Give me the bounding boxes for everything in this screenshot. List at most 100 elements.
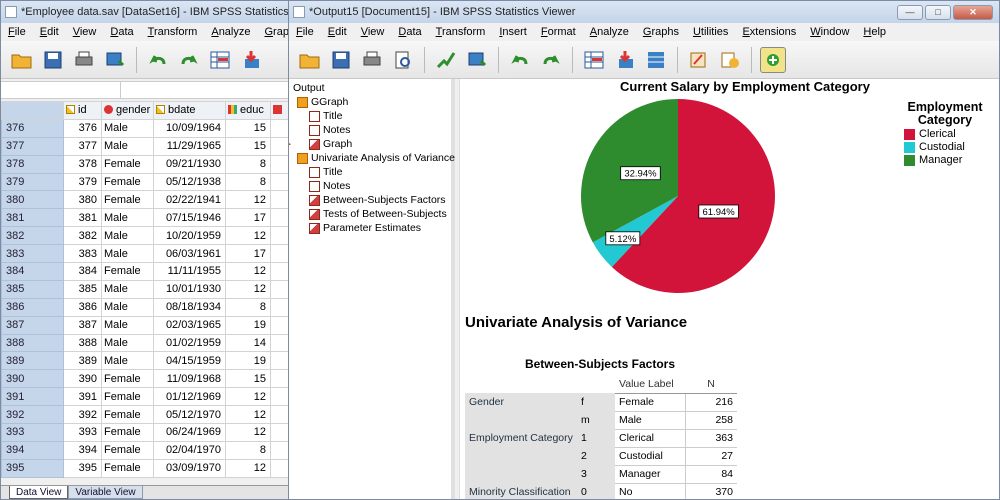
menu-window[interactable]: Window: [803, 26, 856, 38]
cell-id[interactable]: 389: [63, 351, 102, 371]
save-icon[interactable]: [40, 47, 66, 73]
row-number[interactable]: 395: [1, 458, 64, 478]
dialog-recall-icon[interactable]: [102, 47, 128, 73]
menu-file[interactable]: File: [289, 26, 321, 38]
cell-gender[interactable]: Male: [101, 244, 154, 264]
cell-educ[interactable]: 12: [225, 262, 271, 281]
cell-educ[interactable]: 12: [225, 190, 271, 210]
cell-bdate[interactable]: 09/21/1930: [153, 154, 226, 174]
legend-item[interactable]: Clerical: [890, 128, 999, 140]
row-number-header[interactable]: [1, 101, 64, 120]
cell-gender[interactable]: Female: [101, 387, 154, 407]
row-number[interactable]: 392: [1, 405, 64, 425]
cell-gender[interactable]: Male: [101, 351, 154, 371]
menu-edit[interactable]: Edit: [33, 26, 66, 38]
cell-gender[interactable]: Male: [101, 279, 154, 299]
weight-cases-icon[interactable]: [717, 47, 743, 73]
open-folder-icon[interactable]: [297, 47, 323, 73]
menu-graphs[interactable]: Graphs: [257, 26, 289, 38]
legend-item[interactable]: Manager: [890, 154, 999, 166]
export-icon[interactable]: [433, 47, 459, 73]
chart-title[interactable]: Current Salary by Employment Category: [620, 79, 870, 94]
cell-educ[interactable]: 15: [225, 369, 271, 389]
outline-uva-tests[interactable]: Tests of Between-Subjects: [293, 207, 451, 221]
undo-icon[interactable]: [145, 47, 171, 73]
cell-id[interactable]: 392: [63, 405, 102, 425]
menu-transform[interactable]: Transform: [429, 26, 493, 38]
outline-ggraph[interactable]: GGraph: [293, 95, 451, 109]
goto-case-icon[interactable]: [581, 47, 607, 73]
row-number[interactable]: 387: [1, 315, 64, 335]
row-number[interactable]: 379: [1, 172, 64, 192]
maximize-icon[interactable]: □: [925, 4, 951, 20]
menu-view[interactable]: View: [354, 26, 392, 38]
menu-file[interactable]: File: [1, 26, 33, 38]
cell-id[interactable]: 381: [63, 208, 102, 228]
row-number[interactable]: 394: [1, 440, 64, 460]
cell-bdate[interactable]: 11/29/1965: [153, 136, 226, 156]
redo-icon[interactable]: [176, 47, 202, 73]
cell-bdate[interactable]: 02/22/1941: [153, 190, 226, 210]
cell-gender[interactable]: Male: [101, 297, 154, 317]
cell-gender[interactable]: Female: [101, 262, 154, 281]
cell-bdate[interactable]: 05/12/1970: [153, 405, 226, 425]
goto-case-icon[interactable]: [207, 47, 233, 73]
cell-educ[interactable]: 12: [225, 387, 271, 407]
redo-icon[interactable]: [538, 47, 564, 73]
cell-id[interactable]: 384: [63, 262, 102, 281]
cell-id[interactable]: 393: [63, 423, 102, 442]
cell-bdate[interactable]: 06/24/1969: [153, 423, 226, 442]
outline-ggraph-notes[interactable]: Notes: [293, 123, 451, 137]
menu-data[interactable]: Data: [391, 26, 428, 38]
cell-educ[interactable]: 12: [225, 423, 271, 442]
menu-data[interactable]: Data: [103, 26, 140, 38]
column-header-gender[interactable]: gender: [101, 101, 154, 120]
column-header-bdate[interactable]: bdate: [153, 101, 226, 120]
cell-gender[interactable]: Female: [101, 369, 154, 389]
outline-ggraph-title[interactable]: Title: [293, 109, 451, 123]
cell-gender[interactable]: Female: [101, 190, 154, 210]
dialog-recall-icon[interactable]: [464, 47, 490, 73]
cell-educ[interactable]: 8: [225, 440, 271, 460]
tab-variable-view[interactable]: Variable View: [68, 486, 143, 499]
cell-educ[interactable]: 12: [225, 226, 271, 246]
cell-gender[interactable]: Female: [101, 154, 154, 174]
cell-id[interactable]: 394: [63, 440, 102, 460]
insert-icon[interactable]: [612, 47, 638, 73]
legend-item[interactable]: Custodial: [890, 141, 999, 153]
cell-id[interactable]: 391: [63, 387, 102, 407]
outline-uva-title[interactable]: Title: [293, 165, 451, 179]
cell-educ[interactable]: 15: [225, 118, 271, 138]
menu-utilities[interactable]: Utilities: [686, 26, 735, 38]
menu-transform[interactable]: Transform: [141, 26, 205, 38]
cell-reference-box[interactable]: [1, 82, 121, 98]
cell-educ[interactable]: 15: [225, 136, 271, 156]
pie-chart[interactable]: 61.94% 5.12% 32.94%: [570, 93, 830, 323]
cell-id[interactable]: 379: [63, 172, 102, 192]
row-number[interactable]: 391: [1, 387, 64, 407]
cell-id[interactable]: 385: [63, 279, 102, 299]
row-number[interactable]: 378: [1, 154, 64, 174]
row-number[interactable]: 377: [1, 136, 64, 156]
cell-id[interactable]: 388: [63, 333, 102, 353]
cell-gender[interactable]: Male: [101, 136, 154, 156]
cell-gender[interactable]: Male: [101, 208, 154, 228]
designate-window-icon[interactable]: [760, 46, 786, 73]
cell-bdate[interactable]: 11/11/1955: [153, 262, 226, 281]
save-icon[interactable]: [328, 47, 354, 73]
split-file-icon[interactable]: [643, 47, 669, 73]
menu-extensions[interactable]: Extensions: [735, 26, 803, 38]
cell-id[interactable]: 386: [63, 297, 102, 317]
viewer-titlebar[interactable]: *Output15 [Document15] - IBM SPSS Statis…: [289, 1, 999, 23]
outline-uva-params[interactable]: Parameter Estimates: [293, 221, 451, 235]
cell-bdate[interactable]: 01/02/1959: [153, 333, 226, 353]
cell-educ[interactable]: 19: [225, 351, 271, 371]
outline-uva-notes[interactable]: Notes: [293, 179, 451, 193]
menu-format[interactable]: Format: [534, 26, 583, 38]
row-number[interactable]: 383: [1, 244, 64, 264]
row-number[interactable]: 393: [1, 423, 64, 442]
row-number[interactable]: 388: [1, 333, 64, 353]
row-number[interactable]: 376: [1, 118, 64, 138]
row-number[interactable]: 381: [1, 208, 64, 228]
cell-gender[interactable]: Female: [101, 405, 154, 425]
